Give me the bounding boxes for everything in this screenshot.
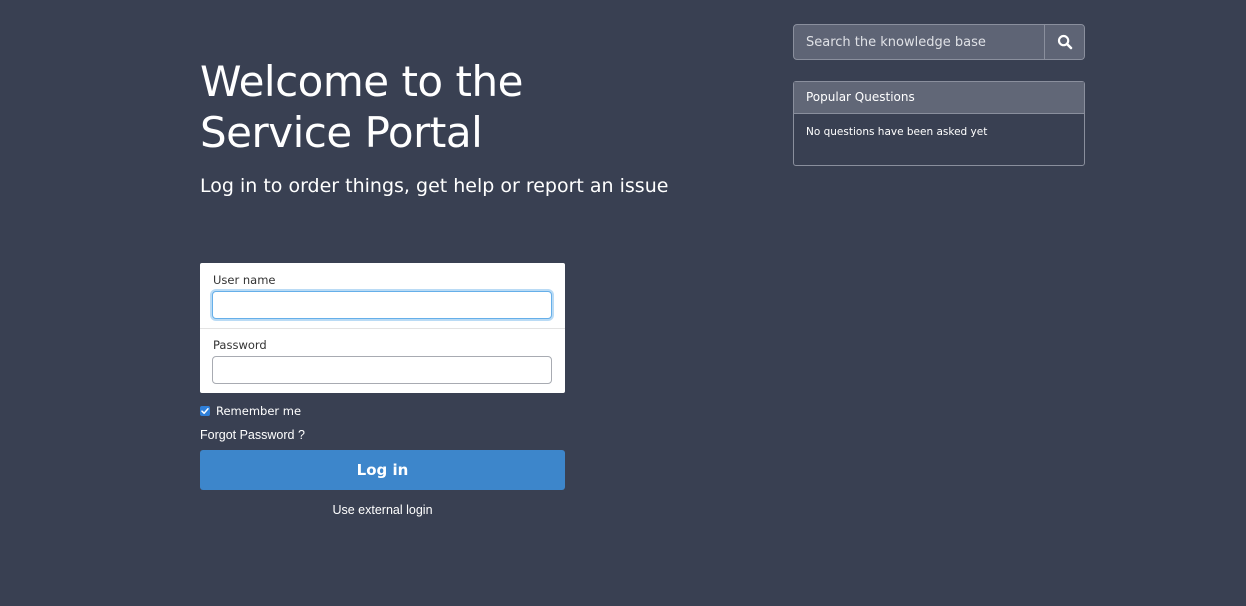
- search-input[interactable]: [794, 25, 1044, 59]
- external-login-link[interactable]: Use external login: [200, 503, 565, 517]
- page-title: Welcome to the Service Portal: [200, 56, 760, 158]
- welcome-section: Welcome to the Service Portal Log in to …: [200, 56, 760, 198]
- password-field-group: Password: [200, 328, 565, 393]
- login-form: User name Password: [200, 263, 565, 393]
- popular-questions-empty: No questions have been asked yet: [806, 126, 988, 138]
- remember-me[interactable]: Remember me: [200, 404, 301, 418]
- page-title-line-2: Service Portal: [200, 108, 483, 157]
- login-button[interactable]: Log in: [200, 450, 565, 490]
- popular-questions-title: Popular Questions: [794, 82, 1084, 114]
- username-field-group: User name: [200, 263, 565, 328]
- username-input[interactable]: [212, 291, 552, 319]
- remember-me-label[interactable]: Remember me: [216, 404, 301, 418]
- popular-questions-panel: Popular Questions No questions have been…: [793, 81, 1085, 166]
- search-icon: [1057, 34, 1072, 50]
- knowledge-search: [793, 24, 1085, 60]
- checkmark-icon: [201, 408, 209, 414]
- page-subtitle: Log in to order things, get help or repo…: [200, 175, 669, 197]
- username-label: User name: [213, 273, 276, 287]
- search-button[interactable]: [1044, 25, 1084, 59]
- page-title-line-1: Welcome to the: [200, 57, 523, 106]
- forgot-password-link[interactable]: Forgot Password ?: [200, 428, 305, 442]
- password-input[interactable]: [212, 356, 552, 384]
- password-label: Password: [213, 338, 267, 352]
- remember-me-checkbox[interactable]: [200, 406, 210, 416]
